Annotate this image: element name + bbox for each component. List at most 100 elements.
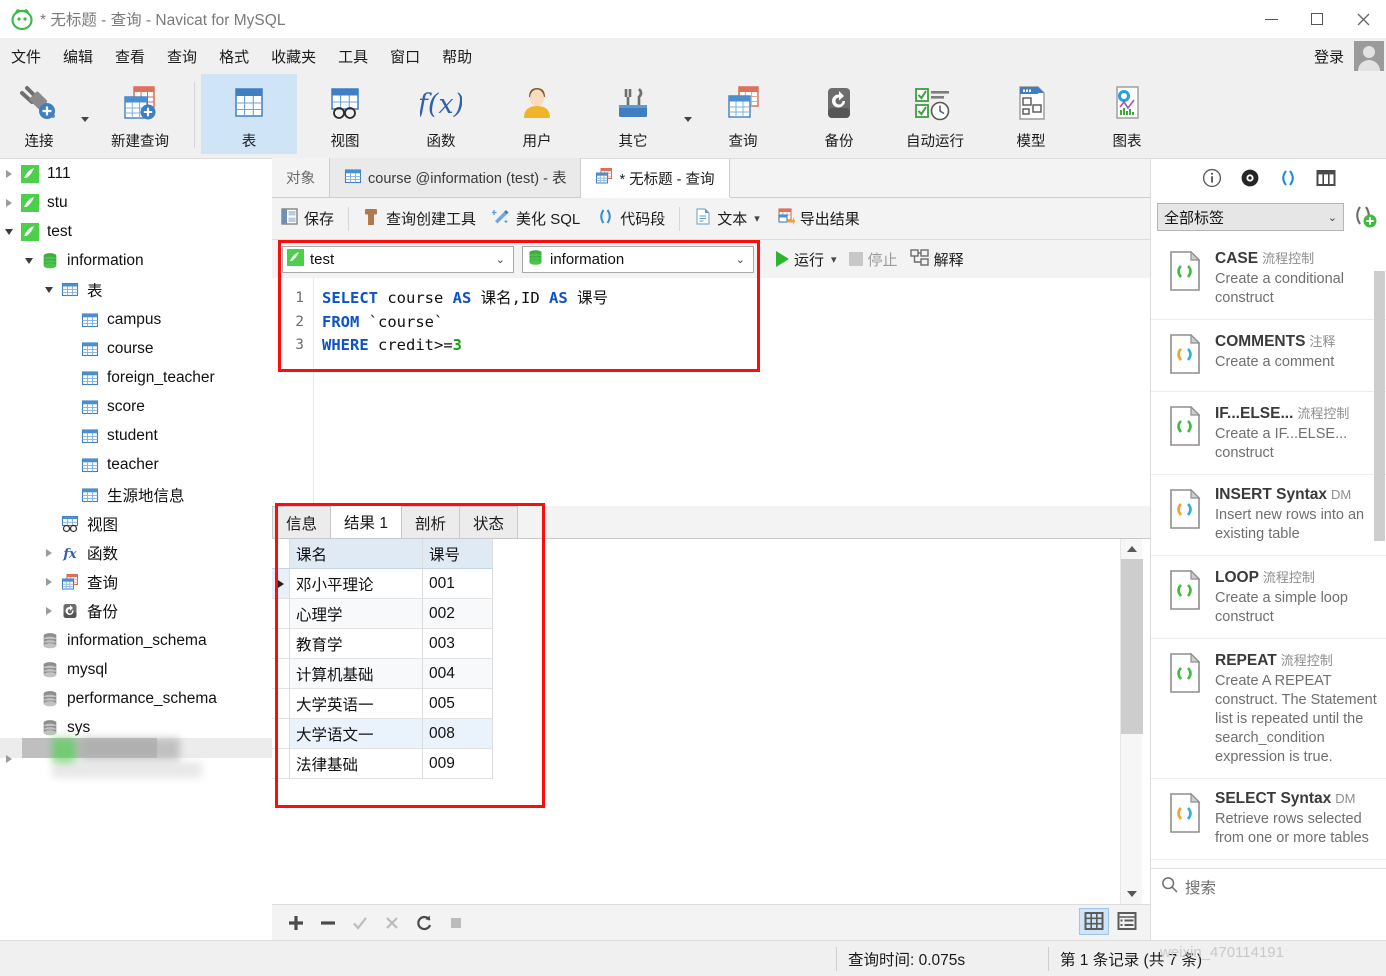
minimize-button[interactable] <box>1248 0 1294 38</box>
snippet-list[interactable]: CASE 流程控制 Create a conditional construct CO… <box>1151 237 1386 888</box>
menu-file[interactable]: 文件 <box>0 42 52 71</box>
tree-node-campus[interactable]: campus <box>0 305 272 334</box>
ribbon-model-button[interactable]: 模型 <box>983 74 1079 154</box>
expand-arrow-icon[interactable] <box>20 258 38 265</box>
expand-arrow-icon[interactable] <box>0 169 18 178</box>
result-tab-3[interactable]: 状态 <box>458 506 518 538</box>
expand-arrow-icon[interactable] <box>40 287 58 294</box>
beautify-sql-button[interactable]: 美化 SQL <box>484 203 588 234</box>
snippet-scrollbar[interactable] <box>1374 237 1386 888</box>
avatar[interactable] <box>1354 41 1384 71</box>
stop-icon[interactable] <box>442 910 470 936</box>
connection-dropdown-caret[interactable] <box>78 74 92 154</box>
login-button[interactable]: 登录 <box>1304 46 1354 67</box>
grid-cell[interactable]: 计算机基础 <box>290 659 423 689</box>
list-item[interactable]: INSERT Syntax DM Insert new rows into an e… <box>1151 475 1386 556</box>
tree-node-test[interactable]: test <box>0 217 272 246</box>
scroll-thumb[interactable] <box>1121 559 1143 734</box>
save-button[interactable]: 保存 <box>272 203 342 234</box>
tree-node-mysql[interactable]: mysql <box>0 655 272 684</box>
chevron-down-icon[interactable]: ⌄ <box>736 253 749 266</box>
menu-edit[interactable]: 编辑 <box>52 42 104 71</box>
result-grid[interactable]: 课名 课号 邓小平理论 001 心理学 002 教育学 003 计算机基础 004 大学英语一 005… <box>272 539 1128 904</box>
tree-node-[interactable]: fx 函数 <box>0 538 272 567</box>
maximize-button[interactable] <box>1294 0 1340 38</box>
grid-cell[interactable]: 008 <box>423 719 493 749</box>
grid-cell[interactable]: 心理学 <box>290 599 423 629</box>
table-row[interactable]: 大学英语一 005 <box>272 689 1128 719</box>
run-button[interactable]: 运行 ▾ <box>772 246 841 273</box>
menu-format[interactable]: 格式 <box>208 42 260 71</box>
table-row[interactable]: 大学语文一 008 <box>272 719 1128 749</box>
tree-node-score[interactable]: score <box>0 393 272 422</box>
refresh-icon[interactable] <box>410 910 438 936</box>
tree-node-performance_schema[interactable]: performance_schema <box>0 684 272 713</box>
run-dropdown-caret[interactable]: ▾ <box>831 253 837 266</box>
grid-cell[interactable]: 大学语文一 <box>290 719 423 749</box>
grid-cell[interactable]: 004 <box>423 659 493 689</box>
search-input[interactable]: 搜索 <box>1185 876 1216 898</box>
expand-arrow-icon[interactable] <box>40 578 58 587</box>
close-button[interactable] <box>1340 0 1386 38</box>
ribbon-backup-button[interactable]: 备份 <box>791 74 887 154</box>
menu-window[interactable]: 窗口 <box>379 42 431 71</box>
text-dropdown-caret[interactable]: ▾ <box>754 212 760 225</box>
snippets-icon[interactable] <box>1276 166 1300 190</box>
grid-cell[interactable]: 002 <box>423 599 493 629</box>
chevron-down-icon[interactable]: ⌄ <box>1328 211 1337 224</box>
tree-node-stu[interactable]: stu <box>0 188 272 217</box>
ribbon-automation-button[interactable]: 自动运行 <box>887 74 983 154</box>
form-view-icon[interactable] <box>1112 908 1142 935</box>
grid-cell[interactable]: 法律基础 <box>290 749 423 779</box>
table-row[interactable]: 教育学 003 <box>272 629 1128 659</box>
grid-cell[interactable]: 005 <box>423 689 493 719</box>
main-tab-0[interactable]: 对象 <box>272 158 330 197</box>
grid-cell[interactable]: 邓小平理论 <box>290 569 423 599</box>
ribbon-user-button[interactable]: 用户 <box>489 74 585 154</box>
text-button[interactable]: 文本 ▾ <box>686 203 768 234</box>
grid-cell[interactable]: 001 <box>423 569 493 599</box>
structure-icon[interactable] <box>1314 166 1338 190</box>
delete-record-icon[interactable] <box>314 910 342 936</box>
tree-node-[interactable]: 备份 <box>0 597 272 626</box>
tree-node-[interactable]: 视图 <box>0 509 272 538</box>
query-builder-button[interactable]: 查询创建工具 <box>355 203 484 234</box>
row-indicator[interactable] <box>272 749 290 779</box>
list-item[interactable]: REPEAT 流程控制 Create A REPEAT construct. The… <box>1151 639 1386 779</box>
result-tab-1[interactable]: 结果 1 <box>330 505 402 538</box>
tree-node-111[interactable]: 111 <box>0 159 272 188</box>
menu-query[interactable]: 查询 <box>156 42 208 71</box>
tree-node-student[interactable]: student <box>0 422 272 451</box>
grid-view-icon[interactable] <box>1079 908 1109 935</box>
main-tab-1[interactable]: course @information (test) - 表 <box>330 158 582 197</box>
code-snippet-button[interactable]: 代码段 <box>588 203 673 234</box>
discard-change-icon[interactable] <box>378 910 406 936</box>
sql-editor[interactable]: 123 SELECT course AS 课名,ID AS 课号 FROM `co… <box>272 278 1150 503</box>
tree-node-information_schema[interactable]: information_schema <box>0 626 272 655</box>
list-item[interactable]: LOOP 流程控制 Create a simple loop construct <box>1151 556 1386 639</box>
row-indicator[interactable] <box>272 659 290 689</box>
main-tab-2[interactable]: * 无标题 - 查询 <box>581 159 730 198</box>
row-indicator[interactable] <box>272 599 290 629</box>
object-tree[interactable]: 111 stu test information 表 campus course foreig… <box>0 159 272 903</box>
expand-arrow-icon[interactable] <box>0 228 18 235</box>
list-item[interactable]: SELECT Syntax DM Retrieve rows selected fr… <box>1151 779 1386 860</box>
grid-cell[interactable]: 大学英语一 <box>290 689 423 719</box>
tree-node-[interactable]: 查询 <box>0 568 272 597</box>
grid-column-header[interactable]: 课名 <box>290 539 423 569</box>
tree-node-teacher[interactable]: teacher <box>0 451 272 480</box>
ribbon-query-button[interactable]: 查询 <box>695 74 791 154</box>
expand-arrow-icon[interactable] <box>40 549 58 558</box>
table-row[interactable]: 邓小平理论 001 <box>272 569 1128 599</box>
snippet-scroll-thumb[interactable] <box>1374 271 1385 541</box>
add-snippet-icon[interactable] <box>1350 203 1380 231</box>
grid-column-header[interactable]: 课号 <box>423 539 493 569</box>
list-item[interactable]: IF...ELSE... 流程控制 Create a IF...ELSE... co… <box>1151 392 1386 475</box>
scroll-up-button[interactable] <box>1121 539 1143 559</box>
info-icon[interactable] <box>1200 166 1224 190</box>
menu-view[interactable]: 查看 <box>104 42 156 71</box>
result-tab-2[interactable]: 剖析 <box>400 506 460 538</box>
grid-cell[interactable]: 009 <box>423 749 493 779</box>
chevron-down-icon[interactable]: ⌄ <box>496 253 509 266</box>
ribbon-table-button[interactable]: 表 <box>201 74 297 154</box>
